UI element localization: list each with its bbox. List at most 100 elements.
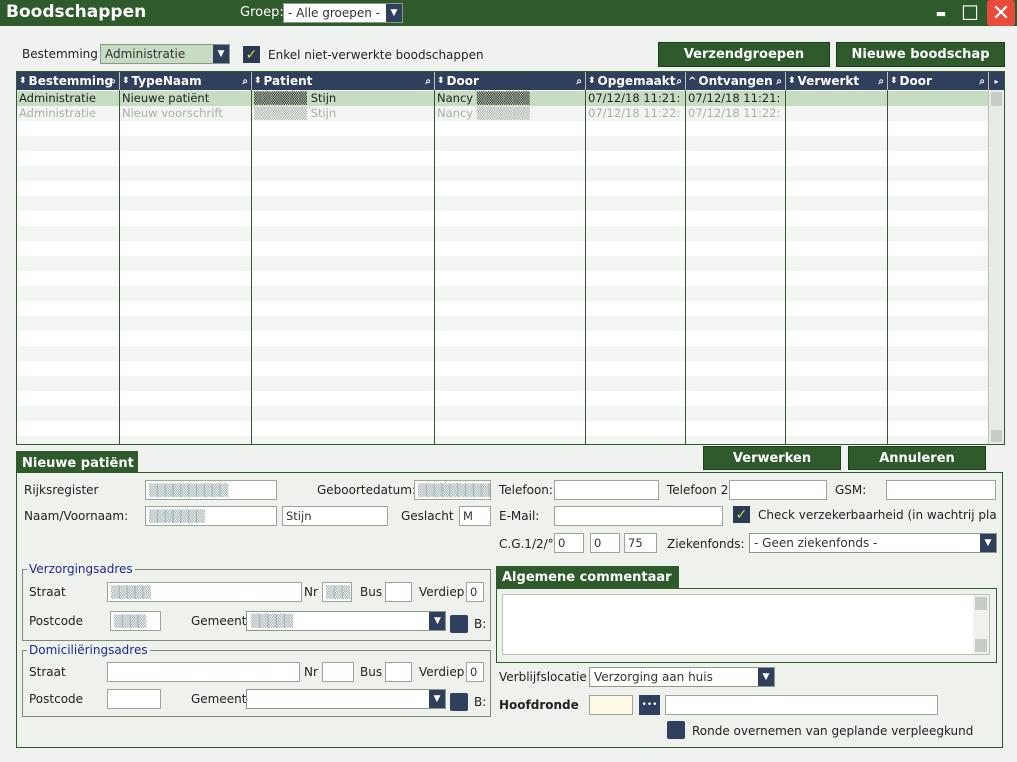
scroll-down-button[interactable]: [975, 639, 987, 652]
grid-stripe: [17, 361, 989, 376]
v-gemeente-select[interactable]: ▒▒▒▒▒ ▼: [246, 611, 446, 631]
search-icon[interactable]: ⌕: [242, 76, 248, 87]
verzendgroepen-button[interactable]: Verzendgroepen: [658, 42, 830, 67]
hoofdronde-lookup-button[interactable]: •••: [639, 695, 660, 715]
col-ontvangen[interactable]: ^ Ontvangen ⌕: [686, 72, 786, 90]
groep-select[interactable]: - Alle groepen - ▼: [283, 3, 403, 23]
scroll-up-button[interactable]: [975, 597, 987, 610]
search-icon[interactable]: ⌕: [425, 76, 431, 87]
groep-label: Groep:: [240, 5, 284, 20]
grid-scrollbar[interactable]: ▸: [988, 72, 1004, 444]
gsm-input[interactable]: [886, 480, 996, 500]
v-b-checkbox[interactable]: [450, 615, 468, 633]
cg1-input[interactable]: 0: [554, 533, 584, 553]
cell: 07/12/18 11:21:: [688, 91, 781, 105]
search-icon[interactable]: ⌕: [979, 76, 985, 87]
d-straat-input[interactable]: [107, 662, 300, 682]
chevron-right-icon[interactable]: ▸: [989, 72, 1004, 90]
col-door[interactable]: ⬍ Door ⌕: [435, 72, 586, 90]
chevron-down-icon: ▼: [386, 4, 402, 22]
commentaar-scrollbar[interactable]: [973, 595, 989, 654]
ziekenfonds-select[interactable]: - Geen ziekenfonds - ▼: [749, 533, 997, 553]
voornaam-input[interactable]: Stijn: [282, 506, 388, 526]
ronde-label: Ronde overnemen van geplande verpleegkun…: [692, 724, 973, 738]
check-verzekerbaarheid-checkbox[interactable]: ✓: [733, 506, 750, 523]
nieuwe-boodschap-button[interactable]: Nieuwe boodschap: [836, 42, 1005, 67]
col-bestemming[interactable]: ⬍ Bestemming ⌕: [17, 72, 120, 90]
commentaar-textarea[interactable]: [502, 594, 990, 655]
scroll-up-button[interactable]: [991, 92, 1002, 106]
geslacht-input[interactable]: M: [459, 506, 491, 526]
minimize-button[interactable]: ▬: [928, 1, 954, 25]
cg-label: C.G.1/2/°: [499, 537, 554, 551]
col-label: Door: [446, 74, 479, 88]
cell: [786, 106, 888, 121]
v-nr-input[interactable]: ▒▒▒: [322, 582, 352, 602]
naam-input[interactable]: ▒▒▒▒▒▒▒: [145, 506, 277, 526]
d-verdiep-input[interactable]: 0: [466, 662, 484, 682]
v-bus-input[interactable]: [385, 582, 412, 602]
col-label: Opgemaakt: [597, 74, 676, 88]
email-label: E-Mail:: [499, 509, 540, 523]
window-title: Boodschappen: [6, 2, 147, 22]
cell: Administratie: [19, 106, 96, 120]
title-bar: [0, 0, 1017, 26]
geslacht-label: Geslacht: [401, 509, 454, 523]
cell: Nieuw voorschrift: [122, 106, 223, 120]
col-label: Ontvangen: [698, 74, 773, 88]
cell: [888, 91, 989, 106]
v-verdiep-input[interactable]: 0: [466, 582, 484, 602]
tab-algemene-commentaar[interactable]: Algemene commentaar: [496, 566, 679, 589]
search-icon[interactable]: ⌕: [776, 76, 782, 87]
cg2-input[interactable]: 0: [590, 533, 620, 553]
col-opgemaakt[interactable]: ⬍ Opgemaakt ⌕: [586, 72, 686, 90]
email-input[interactable]: [554, 506, 723, 526]
geboortedatum-label: Geboortedatum:: [317, 483, 417, 497]
d-nr-input[interactable]: [322, 662, 354, 682]
v-postcode-input[interactable]: ▒▒▒▒: [110, 611, 161, 631]
verblijf-select[interactable]: Verzorging aan huis ▼: [589, 667, 775, 687]
v-straat-input[interactable]: ▒▒▒▒▒: [107, 582, 302, 602]
search-icon[interactable]: ⌕: [878, 76, 884, 87]
col-patient[interactable]: ⬍ Patient ⌕: [252, 72, 435, 90]
chevron-down-icon: ▼: [429, 612, 445, 630]
close-button[interactable]: ✕: [987, 0, 1015, 26]
search-icon[interactable]: ⌕: [576, 76, 582, 87]
verwerken-button[interactable]: Verwerken: [703, 446, 841, 470]
rijksregister-input[interactable]: ▒▒▒▒▒▒▒▒▒▒: [145, 480, 277, 500]
d-bus-input[interactable]: [385, 662, 412, 682]
chevron-down-icon: ▼: [980, 534, 996, 552]
table-row[interactable]: Administratie Nieuw voorschrift ▒▒▒▒▒▒ S…: [17, 106, 989, 121]
telefoon2-input[interactable]: [729, 480, 827, 500]
col-verwerkt[interactable]: ⬍ Verwerkt ⌕: [786, 72, 888, 90]
ronde-checkbox[interactable]: [667, 721, 685, 739]
enkel-checkbox[interactable]: ✓: [243, 46, 260, 63]
chevron-down-icon: ▼: [758, 668, 774, 686]
maximize-button[interactable]: ☐: [957, 1, 983, 25]
cell: Administratie: [19, 91, 96, 105]
scroll-down-button[interactable]: [991, 430, 1002, 442]
hoofdronde-name-input[interactable]: [665, 695, 938, 715]
cg3-input[interactable]: 75: [624, 533, 657, 553]
telefoon-input[interactable]: [554, 480, 659, 500]
col-typenaam[interactable]: ⬍ TypeNaam ⌕: [120, 72, 252, 90]
v-gemeente-value: ▒▒▒▒▒: [251, 614, 293, 628]
table-row[interactable]: Administratie Nieuwe patiënt ▒▒▒▒▒▒ Stij…: [17, 91, 989, 106]
hoofdronde-code-input[interactable]: [589, 695, 633, 715]
chevron-down-icon: ▼: [213, 45, 229, 63]
grid-stripe: [17, 391, 989, 406]
cell: ▒▒▒▒▒▒ Stijn: [254, 91, 337, 105]
geboortedatum-input[interactable]: ▒▒▒▒▒▒▒▒▒▒: [414, 480, 491, 500]
grid-stripe: [17, 436, 989, 444]
col-divider: [434, 90, 435, 444]
d-b-checkbox[interactable]: [450, 693, 468, 711]
messages-grid: ⬍ Bestemming ⌕ ⬍ TypeNaam ⌕ ⬍ Patient ⌕ ⬍ Door ⌕…: [16, 71, 1005, 445]
d-postcode-input[interactable]: [107, 689, 161, 709]
search-icon[interactable]: ⌕: [676, 76, 682, 87]
search-icon[interactable]: ⌕: [110, 76, 116, 87]
bestemming-select[interactable]: Administratie ▼: [100, 44, 230, 64]
d-gemeente-select[interactable]: ▼: [246, 689, 446, 709]
sort-icon: ⬍: [122, 76, 130, 86]
col-door2[interactable]: ⬍ Door ⌕: [888, 72, 989, 90]
annuleren-button[interactable]: Annuleren: [848, 446, 986, 470]
